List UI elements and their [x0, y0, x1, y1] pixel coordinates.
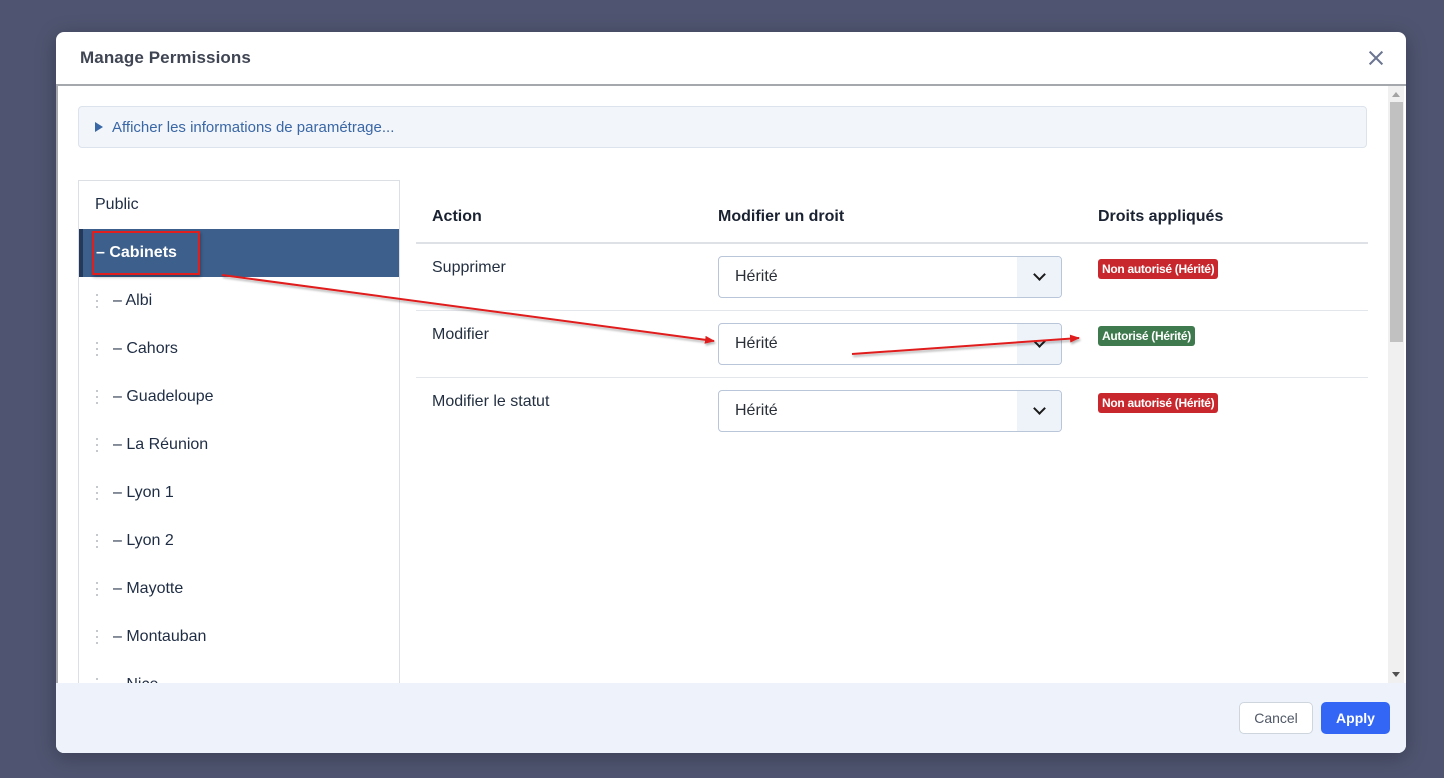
status-badge: Non autorisé (Hérité) — [1098, 393, 1219, 413]
tree-item-mayotte[interactable]: – Mayotte — [79, 565, 399, 613]
drag-handle-icon[interactable] — [95, 390, 99, 404]
tree-item-label: Public — [95, 196, 139, 213]
action-name: Supprimer — [432, 259, 506, 276]
column-header-action: Action — [432, 208, 482, 225]
dialog-title: Manage Permissions — [80, 48, 251, 67]
triangle-right-icon — [95, 122, 103, 132]
tree-item-label: – La Réunion — [113, 436, 209, 453]
status-badge: Non autorisé (Hérité) — [1098, 259, 1219, 279]
table-row: Supprimer Hérité Non autorisé (Hérité) — [416, 244, 1368, 311]
table-row: Modifier Hérité Autorisé (Hérité) — [416, 311, 1368, 378]
permission-select[interactable]: Hérité — [718, 323, 1062, 365]
chevron-down-icon[interactable] — [1017, 324, 1061, 364]
scrollbar-thumb[interactable] — [1390, 102, 1403, 342]
drag-handle-icon[interactable] — [95, 486, 99, 500]
tree-item-la-reunion[interactable]: – La Réunion — [79, 421, 399, 469]
tree-item-label: – Albi — [113, 292, 153, 309]
action-name: Modifier — [432, 326, 489, 343]
close-icon[interactable] — [1364, 46, 1388, 70]
status-badge: Autorisé (Hérité) — [1098, 326, 1195, 346]
show-settings-info-label: Afficher les informations de paramétrage… — [112, 118, 395, 136]
tree-item-label: – Cabinets — [96, 244, 177, 261]
column-header-applied: Droits appliqués — [1098, 208, 1224, 225]
tree-item-label: – Nice — [113, 676, 158, 683]
table-row: Modifier le statut Hérité Non autorisé (… — [416, 378, 1368, 445]
tree-item-montauban[interactable]: – Montauban — [79, 613, 399, 661]
scroll-down-icon[interactable] — [1392, 672, 1400, 677]
chevron-down-icon[interactable] — [1017, 257, 1061, 297]
drag-handle-icon[interactable] — [95, 582, 99, 596]
tree-item-public[interactable]: Public — [79, 181, 399, 229]
manage-permissions-dialog: Manage Permissions Afficher les informat… — [56, 32, 1406, 753]
select-value: Hérité — [735, 268, 778, 285]
dialog-body: Afficher les informations de paramétrage… — [56, 86, 1406, 683]
dialog-header: Manage Permissions — [56, 32, 1406, 86]
tree-item-label: – Lyon 1 — [113, 484, 174, 501]
apply-button[interactable]: Apply — [1321, 702, 1390, 734]
permission-select[interactable]: Hérité — [718, 390, 1062, 432]
tree-item-lyon-2[interactable]: – Lyon 2 — [79, 517, 399, 565]
action-name: Modifier le statut — [432, 393, 550, 410]
tree-item-label: – Cahors — [113, 340, 178, 357]
select-value: Hérité — [735, 335, 778, 352]
drag-handle-icon[interactable] — [95, 534, 99, 548]
tree-item-cabinets[interactable]: – Cabinets — [79, 229, 399, 277]
tree-item-nice[interactable]: – Nice — [79, 661, 399, 683]
tree-item-label: – Montauban — [113, 628, 207, 645]
drag-handle-icon[interactable] — [95, 630, 99, 644]
vertical-scrollbar[interactable] — [1388, 86, 1404, 683]
cancel-button[interactable]: Cancel — [1239, 702, 1313, 734]
drag-handle-icon[interactable] — [95, 342, 99, 356]
select-value: Hérité — [735, 402, 778, 419]
tree-item-lyon-1[interactable]: – Lyon 1 — [79, 469, 399, 517]
tree-item-cahors[interactable]: – Cahors — [79, 325, 399, 373]
tree-item-guadeloupe[interactable]: – Guadeloupe — [79, 373, 399, 421]
table-header: Action Modifier un droit Droits appliqué… — [416, 186, 1368, 244]
tree-item-label: – Guadeloupe — [113, 388, 214, 405]
show-settings-info-toggle[interactable]: Afficher les informations de paramétrage… — [78, 106, 1367, 148]
column-header-modify: Modifier un droit — [718, 208, 845, 225]
scroll-up-icon[interactable] — [1392, 92, 1400, 97]
tree-item-albi[interactable]: – Albi — [79, 277, 399, 325]
permission-select[interactable]: Hérité — [718, 256, 1062, 298]
drag-handle-icon[interactable] — [95, 294, 99, 308]
drag-handle-icon[interactable] — [95, 438, 99, 452]
permissions-table: Action Modifier un droit Droits appliqué… — [416, 186, 1368, 445]
group-tree: Public – Cabinets – Albi – Cahors – Guad… — [78, 180, 400, 683]
tree-item-label: – Lyon 2 — [113, 532, 174, 549]
tree-item-label: – Mayotte — [113, 580, 184, 597]
chevron-down-icon[interactable] — [1017, 391, 1061, 431]
dialog-footer: Cancel Apply — [56, 683, 1406, 753]
